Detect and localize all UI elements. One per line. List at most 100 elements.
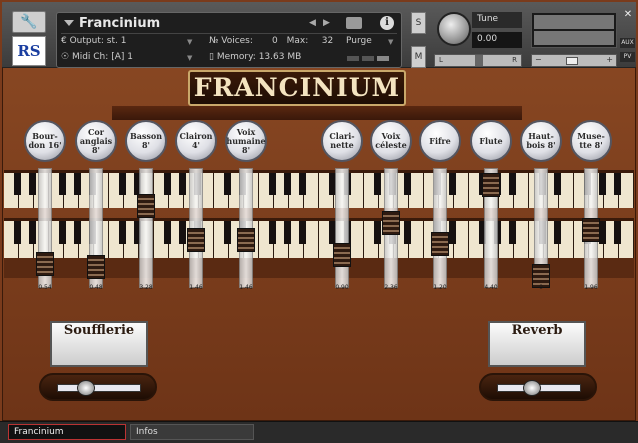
info-icon[interactable]: i — [380, 16, 394, 30]
black-key — [179, 221, 186, 245]
stop-button-7[interactable]: Fifre — [419, 120, 461, 162]
next-instrument-icon[interactable]: ▶ — [323, 18, 330, 28]
stop-slider-thumb[interactable] — [382, 211, 400, 235]
collapse-icon[interactable] — [64, 20, 74, 26]
pan-right-label: R — [512, 56, 517, 64]
black-key — [179, 173, 186, 196]
reverb-thumb[interactable] — [523, 380, 542, 396]
organ-shelf — [112, 106, 522, 120]
soufflerie-thumb[interactable] — [76, 380, 95, 396]
stop-slider-track[interactable] — [139, 168, 153, 288]
pan-slider[interactable]: L R — [434, 54, 522, 67]
stop-label: Fifre — [429, 135, 451, 146]
stop-slider-thumb[interactable] — [36, 252, 54, 276]
black-key — [404, 221, 411, 245]
black-key — [224, 173, 231, 196]
stop-slider-track[interactable] — [433, 168, 447, 288]
stop-button-3[interactable]: Clairon 4' — [175, 120, 217, 162]
black-key — [509, 221, 516, 245]
midi-dropdown-icon[interactable]: ▼ — [187, 54, 192, 62]
stop-slider-thumb[interactable] — [431, 232, 449, 256]
stop-slider-thumb[interactable] — [333, 243, 351, 267]
output-row[interactable]: € Output: st. 1 — [61, 36, 126, 46]
level-meter — [531, 12, 617, 48]
stop-button-9[interactable]: Haut-bois 8' — [520, 120, 562, 162]
purge-button[interactable]: Purge — [346, 36, 372, 46]
black-key — [74, 173, 81, 196]
instrument-title[interactable]: Francinium — [79, 16, 160, 31]
black-key — [164, 221, 171, 245]
tune-value[interactable]: 0.00 — [472, 32, 522, 48]
stop-label: Clari-nette — [329, 131, 355, 150]
black-key — [554, 173, 561, 196]
wrench-icon[interactable]: 🔧 — [12, 11, 46, 33]
prev-instrument-icon[interactable]: ◀ — [309, 18, 316, 28]
midi-row[interactable]: ☉ Midi Ch: [A] 1 — [61, 52, 133, 62]
pan-thumb[interactable] — [475, 55, 483, 66]
black-key — [299, 173, 306, 196]
solo-button[interactable]: S — [411, 12, 426, 34]
close-icon[interactable]: ✕ — [622, 9, 634, 21]
voices-label: Voices: — [221, 36, 253, 46]
black-key — [119, 173, 126, 196]
stop-slider-thumb[interactable] — [482, 173, 500, 197]
stop-slider-thumb[interactable] — [582, 218, 600, 242]
stop-button-10[interactable]: Muse-tte 8' — [570, 120, 612, 162]
aux-label[interactable]: AUX — [620, 38, 635, 48]
tab-francinium[interactable]: Francinium — [8, 424, 126, 440]
stop-button-1[interactable]: Cor anglais 8' — [75, 120, 117, 162]
stop-button-6[interactable]: Voix céleste — [370, 120, 412, 162]
memory-label: Memory: — [216, 52, 256, 62]
stop-button-4[interactable]: Voix humaine 8' — [225, 120, 267, 162]
stop-value: 1.96 — [584, 284, 598, 291]
purge-dropdown-icon[interactable]: ▼ — [388, 38, 393, 46]
output-dropdown-icon[interactable]: ▼ — [187, 38, 192, 46]
stop-value: 0.48 — [89, 284, 103, 291]
stop-slider-thumb[interactable] — [87, 255, 105, 279]
pv-label[interactable]: PV — [620, 52, 635, 62]
black-key — [284, 221, 291, 245]
stop-slider-track[interactable] — [335, 168, 349, 288]
output-label: Output: — [69, 36, 104, 46]
stop-button-5[interactable]: Clari-nette — [321, 120, 363, 162]
tune-knob[interactable] — [437, 12, 471, 46]
black-key — [29, 173, 36, 196]
stop-label: Cor anglais 8' — [79, 126, 113, 155]
panel-divider — [61, 33, 397, 34]
black-key — [374, 221, 381, 245]
stop-value: 2.36 — [384, 284, 398, 291]
black-key — [59, 221, 66, 245]
stop-value: 1.46 — [239, 284, 253, 291]
black-key — [449, 221, 456, 245]
instrument-brand-title: FRANCINIUM — [188, 70, 406, 106]
stop-button-0[interactable]: Bour-don 16' — [24, 120, 66, 162]
stop-label: Haut-bois 8' — [526, 131, 556, 150]
black-key — [14, 173, 21, 196]
midi-value[interactable]: [A] 1 — [111, 52, 133, 62]
memory-row: ▯ Memory: 13.63 MB — [209, 52, 302, 62]
output-value[interactable]: st. 1 — [107, 36, 127, 46]
black-key — [599, 221, 606, 245]
stop-label: Basson 8' — [129, 131, 163, 150]
pan-left-label: L — [439, 56, 443, 64]
meter-right — [534, 31, 614, 45]
reverb-slider[interactable] — [479, 373, 597, 401]
mute-button[interactable]: M — [411, 46, 426, 68]
purge-bar-1 — [347, 56, 359, 61]
black-key — [374, 173, 381, 196]
volume-slider[interactable]: − + — [531, 54, 617, 67]
max-value[interactable]: 32 — [311, 36, 333, 46]
stop-slider-thumb[interactable] — [187, 228, 205, 252]
stop-slider-thumb[interactable] — [237, 228, 255, 252]
purge-bar-2 — [362, 56, 374, 61]
stop-button-2[interactable]: Basson 8' — [125, 120, 167, 162]
soufflerie-slider[interactable] — [39, 373, 157, 401]
voices-value: 0 — [272, 36, 278, 46]
black-key — [599, 173, 606, 196]
voices-row: № Voices: 0 Max: 32 — [209, 36, 334, 46]
tab-infos[interactable]: Infos — [130, 424, 254, 440]
stop-button-8[interactable]: Flute — [470, 120, 512, 162]
volume-thumb[interactable] — [566, 57, 578, 65]
stop-slider-thumb[interactable] — [137, 194, 155, 218]
camera-icon[interactable] — [346, 17, 362, 29]
